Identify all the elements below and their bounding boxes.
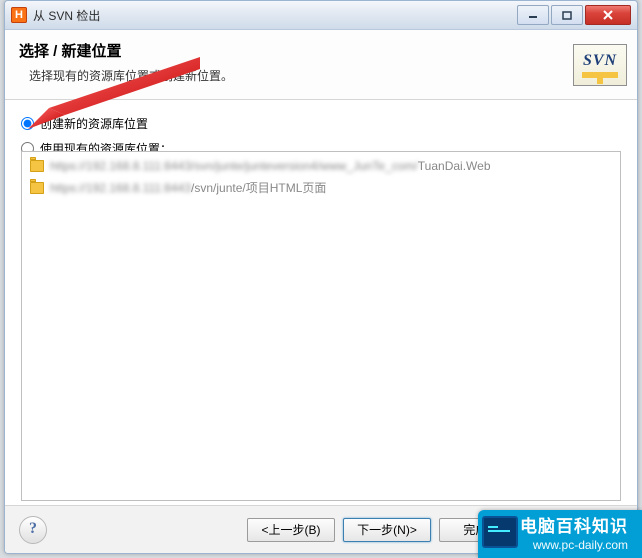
watermark-overlay: 电脑百科知识 www.pc-daily.com [478, 510, 642, 558]
window-title: 从 SVN 检出 [33, 7, 515, 24]
next-button[interactable]: 下一步(N)> [343, 518, 431, 542]
repo-url-clear: TuanDai.Web [418, 159, 491, 173]
repo-url-blurred: https://192.168.8.111:8443 [50, 181, 191, 195]
app-icon [11, 7, 27, 23]
page-heading: 选择 / 新建位置 [19, 40, 623, 61]
repo-url-blurred: https://192.168.8.111:8443/svn/junte/jun… [50, 159, 418, 173]
folder-icon [30, 160, 44, 172]
watermark-icon [482, 516, 518, 548]
wizard-header: 选择 / 新建位置 选择现有的资源库位置或创建新位置。 SVN [5, 30, 637, 100]
radio-create-new[interactable]: 创建新的资源库位置 [21, 115, 621, 132]
page-subtitle: 选择现有的资源库位置或创建新位置。 [29, 67, 623, 84]
back-button[interactable]: <上一步(B) [247, 518, 335, 542]
watermark-url: www.pc-daily.com [520, 538, 628, 554]
radio-create-new-label: 创建新的资源库位置 [40, 115, 148, 132]
list-item[interactable]: https://192.168.8.111:8443/svn/junte/jun… [28, 156, 614, 176]
close-button[interactable] [585, 5, 631, 25]
folder-icon [30, 182, 44, 194]
help-button[interactable]: ? [19, 516, 47, 544]
watermark-title: 电脑百科知识 [520, 516, 628, 538]
svn-logo-text: SVN [583, 52, 617, 70]
svn-logo: SVN [573, 44, 627, 86]
maximize-button[interactable] [551, 5, 583, 25]
radio-create-new-input[interactable] [21, 117, 34, 130]
wizard-content: 创建新的资源库位置 使用现有的资源库位置： https://192.168.8.… [5, 99, 637, 505]
repo-url-clear: /svn/junte/项目HTML页面 [191, 181, 326, 195]
list-item[interactable]: https://192.168.8.111:8443/svn/junte/项目H… [28, 176, 614, 199]
minimize-button[interactable] [517, 5, 549, 25]
titlebar: 从 SVN 检出 [5, 1, 637, 30]
repo-list[interactable]: https://192.168.8.111:8443/svn/junte/jun… [21, 151, 621, 501]
